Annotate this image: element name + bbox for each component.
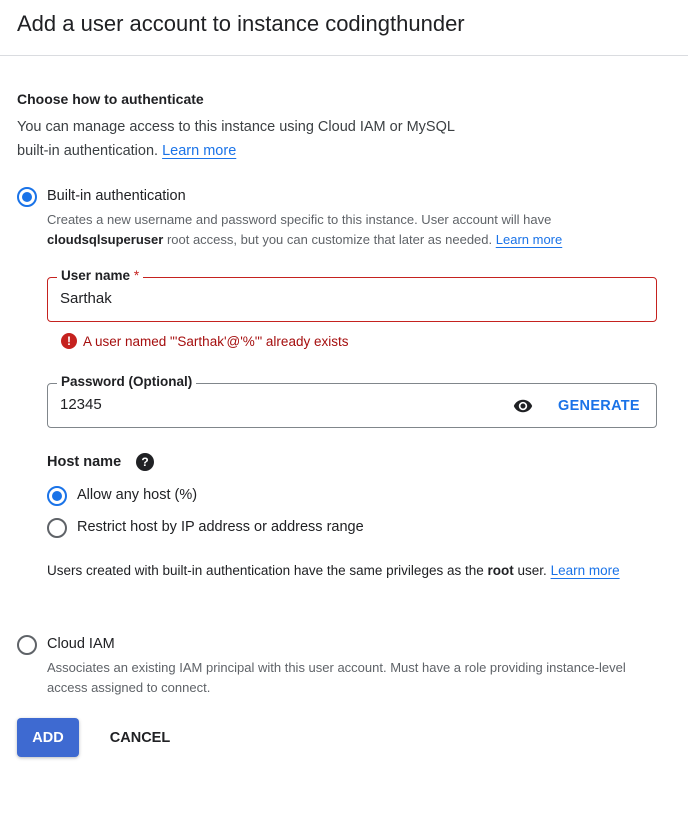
host-restrict-radio[interactable] [47, 518, 67, 538]
cloud-iam-radio[interactable] [17, 635, 37, 655]
dialog-title: Add a user account to instance codingthu… [17, 11, 465, 36]
username-input[interactable] [60, 290, 480, 307]
eye-icon[interactable] [513, 396, 533, 416]
error-icon: ! [61, 333, 77, 349]
auth-learn-more-link[interactable]: Learn more [162, 143, 236, 159]
auth-section-heading: Choose how to authenticate [17, 91, 204, 107]
builtin-auth-description: Creates a new username and password spec… [47, 210, 657, 250]
username-field[interactable]: User name * [47, 268, 657, 322]
builtin-auth-radio[interactable] [17, 187, 37, 207]
add-button[interactable]: ADD [17, 718, 79, 757]
password-input[interactable] [60, 396, 480, 413]
cloud-iam-description: Associates an existing IAM principal wit… [47, 660, 626, 695]
host-note-part2: user. [517, 563, 547, 578]
generate-password-button[interactable]: GENERATE [548, 390, 650, 422]
builtin-desc-role: cloudsqlsuperuser [47, 232, 164, 247]
required-mark: * [133, 268, 140, 283]
password-field[interactable]: Password (Optional) GENERATE [47, 374, 657, 428]
host-any-radio[interactable] [47, 486, 67, 506]
builtin-desc-part1: Creates a new username and password spec… [47, 212, 552, 227]
host-any-label[interactable]: Allow any host (%) [77, 487, 197, 503]
auth-section-intro: You can manage access to this instance u… [17, 115, 487, 163]
host-name-label: Host name [47, 454, 122, 470]
title-divider [0, 55, 688, 56]
username-label-text: User name [61, 268, 131, 283]
builtin-learn-more-link[interactable]: Learn more [496, 232, 562, 247]
username-error: ! A user named "'Sarthak'@'%'" already e… [61, 332, 348, 350]
host-learn-more-link[interactable]: Learn more [551, 563, 620, 578]
host-privileges-note: Users created with built-in authenticati… [47, 561, 652, 581]
help-icon[interactable]: ? [136, 453, 154, 471]
username-error-text: A user named "'Sarthak'@'%'" already exi… [83, 333, 349, 349]
cancel-button[interactable]: CANCEL [96, 718, 184, 757]
username-label: User name * [57, 268, 144, 283]
builtin-auth-label[interactable]: Built-in authentication [47, 188, 186, 204]
host-restrict-label[interactable]: Restrict host by IP address or address r… [77, 519, 364, 535]
cloud-iam-label[interactable]: Cloud IAM [47, 636, 115, 652]
host-note-root: root [487, 563, 514, 578]
password-label: Password (Optional) [57, 374, 197, 389]
builtin-desc-part2: root access, but you can customize that … [166, 232, 493, 247]
host-note-part1: Users created with built-in authenticati… [47, 563, 484, 578]
